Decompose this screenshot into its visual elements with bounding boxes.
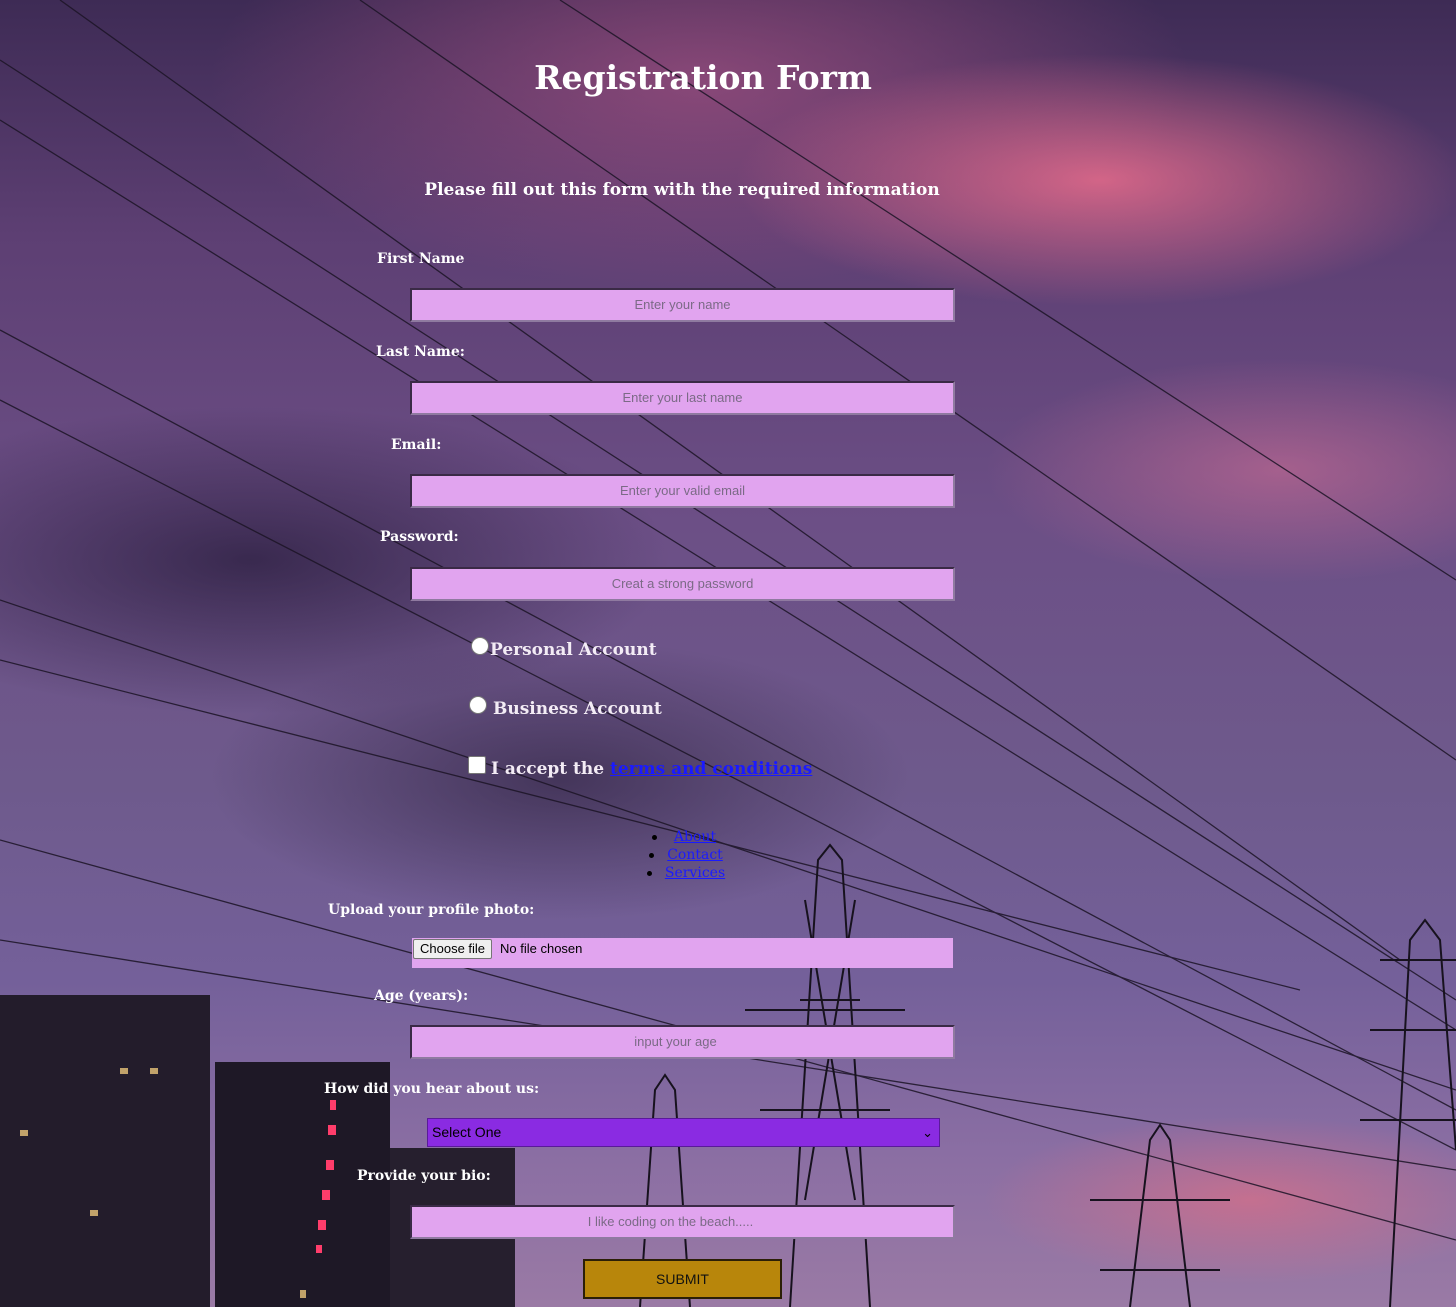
password-label: Password: xyxy=(380,529,459,545)
referral-label: How did you hear about us: xyxy=(324,1081,540,1097)
terms-prefix: I accept the xyxy=(491,759,605,779)
personal-account-label: Personal Account xyxy=(490,640,657,660)
nav-list: About Contact Services xyxy=(640,828,750,882)
terms-label: I accept the terms and conditions xyxy=(491,759,812,779)
nav-link-services[interactable]: Services xyxy=(665,865,725,881)
last-name-input[interactable]: Enter your last name xyxy=(410,381,955,415)
bullet-icon xyxy=(652,835,657,840)
photo-file-input[interactable]: Choose file No file chosen xyxy=(412,938,953,968)
age-input[interactable]: input your age xyxy=(410,1025,955,1059)
nav-item-services: Services xyxy=(640,864,750,882)
business-account-label: Business Account xyxy=(493,699,662,719)
email-label: Email: xyxy=(391,437,442,453)
nav-link-contact[interactable]: Contact xyxy=(667,847,723,863)
first-name-label: First Name xyxy=(377,251,465,267)
last-name-label: Last Name: xyxy=(376,344,465,360)
nav-link-about[interactable]: About xyxy=(674,829,716,845)
bio-label: Provide your bio: xyxy=(357,1168,491,1184)
page-subtitle: Please fill out this form with the requi… xyxy=(424,180,940,200)
personal-account-radio[interactable] xyxy=(471,637,489,655)
choose-file-button[interactable]: Choose file xyxy=(413,939,493,959)
bullet-icon xyxy=(649,853,654,858)
submit-button[interactable]: SUBMIT xyxy=(583,1259,782,1299)
referral-selected: Select One xyxy=(432,1124,502,1140)
photo-label: Upload your profile photo: xyxy=(328,902,535,918)
terms-link[interactable]: terms and conditions xyxy=(610,759,812,779)
file-status: No file chosen xyxy=(500,941,583,956)
referral-select[interactable]: Select One ⌄ xyxy=(427,1118,940,1147)
email-input[interactable]: Enter your valid email xyxy=(410,474,955,508)
first-name-input[interactable]: Enter your name xyxy=(410,288,955,322)
bullet-icon xyxy=(647,871,652,876)
business-account-radio[interactable] xyxy=(469,696,487,714)
bio-input[interactable]: I like coding on the beach..... xyxy=(410,1205,955,1239)
password-input[interactable]: Creat a strong password xyxy=(410,567,955,601)
chevron-down-icon: ⌄ xyxy=(922,1125,933,1140)
age-label: Age (years): xyxy=(374,988,469,1004)
nav-item-about: About xyxy=(640,828,750,846)
page-title: Registration Form xyxy=(534,58,872,97)
nav-item-contact: Contact xyxy=(640,846,750,864)
terms-checkbox[interactable] xyxy=(468,756,486,774)
